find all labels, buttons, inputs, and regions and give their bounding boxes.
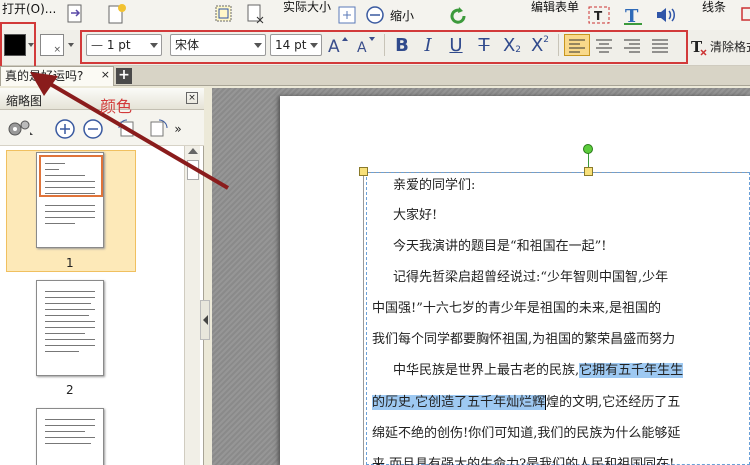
ribbon: 打开(O)... 实际大小 缩小 编辑表单 T T 线条 [0, 0, 750, 32]
doc-line-text: 煌的文明,它还经历了五 [545, 395, 681, 410]
doc-line: 绵延不绝的创伤!你们可知道,我们的民族为什么能够延 [372, 426, 681, 441]
fit-page-icon[interactable] [336, 4, 358, 26]
superscript-marker: 2 [543, 35, 550, 45]
page-thumbnail-3[interactable] [36, 408, 104, 465]
annotation-arrow [30, 72, 230, 190]
selected-text: 它拥有五千年生生 [579, 363, 684, 378]
actual-size-button[interactable]: 实际大小 [283, 0, 331, 15]
strikethrough-button[interactable]: T [472, 34, 496, 56]
open-button[interactable]: 打开(O)... [2, 0, 56, 17]
font-name-select[interactable]: 宋体 [170, 34, 266, 56]
line-width-select[interactable]: — 1 pt [86, 34, 162, 56]
page-number-2: 2 [66, 383, 74, 397]
doc-line: 记得先哲梁启超曾经说过:“少年智则中国智,少年 [393, 270, 669, 285]
doc-line: 我们每个同学都要胸怀祖国,为祖国的繁荣昌盛而努力 [372, 332, 676, 347]
doc-line: 来,而且具有强大的生命力?是我们的人民和祖国同在! [372, 457, 675, 465]
resize-handle-n[interactable] [584, 167, 593, 176]
font-size-select[interactable]: 14 pt [270, 34, 322, 56]
subscript-marker: 2 [515, 45, 522, 55]
subscript-button[interactable]: X2 [500, 34, 524, 56]
align-right-button[interactable] [620, 34, 644, 56]
doc-line: 大家好! [393, 208, 438, 223]
new-document-icon[interactable] [104, 2, 128, 26]
edit-form-button[interactable]: 编辑表单 [531, 0, 579, 15]
selected-text: 的历史,它创造了五千年灿烂辉 [372, 395, 546, 410]
audio-icon[interactable] [652, 2, 678, 28]
split-page-icon[interactable] [244, 2, 268, 26]
text-field-icon[interactable]: T [586, 2, 612, 28]
border-color-swatch[interactable]: × [40, 34, 64, 56]
border-color-dropdown-arrow[interactable] [68, 43, 74, 47]
page-thumbnail-2[interactable] [36, 280, 104, 376]
font-name-value: 宋体 [175, 38, 200, 52]
clear-format-icon[interactable]: T [690, 36, 708, 56]
shrink-font-icon[interactable]: A [354, 34, 378, 56]
svg-text:A: A [328, 37, 340, 55]
shape-icon[interactable] [740, 4, 750, 24]
underline-button[interactable]: U [444, 34, 468, 56]
superscript-label: X [530, 34, 544, 56]
clear-format-button[interactable]: 清除格式 [710, 38, 750, 55]
rotate-icon[interactable] [446, 4, 470, 28]
svg-text:A: A [357, 40, 367, 55]
fill-color-dropdown-arrow[interactable] [28, 43, 34, 47]
doc-line: 中华民族是世界上最古老的民族,它拥有五千年生生 [393, 361, 684, 381]
toolbar-divider [384, 34, 385, 56]
bold-button[interactable]: B [390, 34, 414, 56]
svg-text:T: T [691, 38, 703, 56]
resize-handle-nw[interactable] [359, 167, 368, 176]
superscript-button[interactable]: X2 [528, 34, 552, 56]
doc-line-text: 中华民族是世界上最古老的民族, [393, 363, 580, 378]
subscript-label: X [502, 34, 516, 56]
page-number-1: 1 [66, 256, 74, 270]
doc-line: 中国强!”十六七岁的青少年是祖国的未来,是祖国的 [372, 301, 662, 316]
align-center-button[interactable] [592, 34, 616, 56]
splitter-handle[interactable] [200, 300, 210, 340]
grow-font-icon[interactable]: A [326, 34, 350, 56]
doc-line: 亲爱的同学们: [393, 178, 476, 193]
svg-text:T: T [594, 9, 603, 23]
rotate-handle[interactable] [583, 144, 593, 154]
align-left-button[interactable] [564, 34, 590, 56]
annotation-label: 颜色 [100, 97, 133, 116]
font-size-value: 14 pt [275, 38, 307, 52]
export-icon[interactable] [64, 2, 86, 26]
typewriter-icon[interactable]: T [620, 2, 646, 28]
doc-line: 今天我演讲的题目是“和祖国在一起”! [393, 239, 607, 254]
crop-icon[interactable] [212, 2, 236, 26]
toolbar-divider [558, 34, 559, 56]
doc-line: 的历史,它创造了五千年灿烂辉煌的文明,它还经历了五 [372, 393, 681, 413]
justify-button[interactable] [648, 34, 672, 56]
italic-button[interactable]: I [416, 34, 440, 56]
line-width-value: 1 pt [106, 38, 131, 52]
zoom-out-icon[interactable] [364, 4, 386, 26]
fill-color-swatch[interactable] [4, 34, 26, 56]
zoom-out-button[interactable]: 缩小 [390, 7, 414, 24]
line-button[interactable]: 线条 [702, 0, 726, 15]
